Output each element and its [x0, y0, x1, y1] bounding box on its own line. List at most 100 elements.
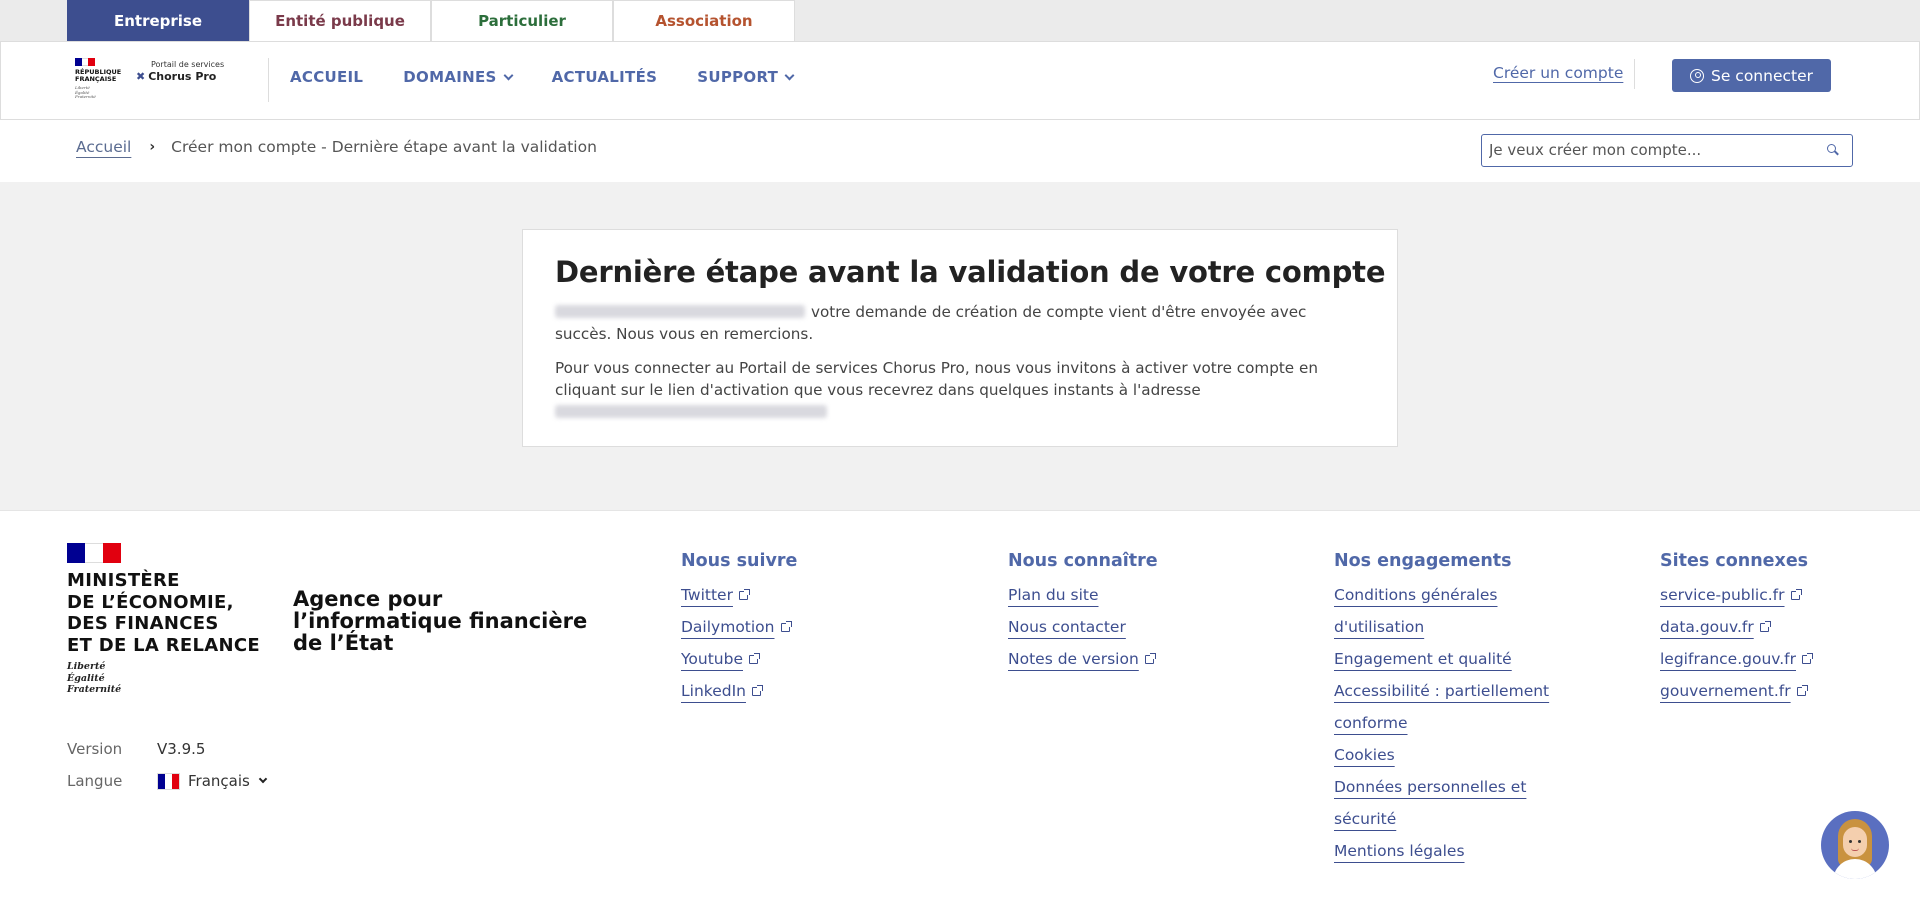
footer-link-label: Cookies	[1334, 746, 1395, 764]
footer-link[interactable]: Données personnelles et sécurité	[1334, 771, 1564, 835]
tab-particulier[interactable]: Particulier	[431, 0, 613, 41]
search-input[interactable]	[1482, 135, 1822, 165]
activation-text: Pour vous connecter au Portail de servic…	[555, 359, 1318, 399]
nav-accueil[interactable]: ACCUEIL	[290, 68, 363, 86]
footer-link-label: Nous contacter	[1008, 618, 1126, 636]
footer-link[interactable]: Cookies	[1334, 739, 1564, 771]
avatar-face	[1843, 827, 1867, 857]
footer-link-label: Données personnelles et sécurité	[1334, 778, 1527, 828]
footer-column-nos-engagements: Nos engagements Conditions générales d'ut…	[1334, 551, 1564, 867]
ministry-name: MINISTÈRE DE L’ÉCONOMIE, DES FINANCES ET…	[67, 570, 260, 656]
page-title: Dernière étape avant la validation de vo…	[555, 255, 1386, 289]
external-link-icon	[1796, 685, 1808, 696]
tab-entite-publique[interactable]: Entité publique	[249, 0, 431, 41]
footer-link-label: data.gouv.fr	[1660, 618, 1754, 636]
chevron-down-icon	[258, 774, 268, 784]
motto-line: Égalité	[67, 672, 105, 684]
header-divider	[268, 58, 269, 102]
redacted-email	[555, 404, 827, 418]
footer-link[interactable]: Nous contacter	[1008, 611, 1248, 643]
version-label: Version	[67, 740, 123, 758]
nav-support[interactable]: SUPPORT	[697, 68, 795, 86]
language-label: Langue	[67, 772, 123, 790]
site-footer: MINISTÈRE DE L’ÉCONOMIE, DES FINANCES ET…	[0, 510, 1920, 911]
chorus-pro-logo[interactable]: RÉPUBLIQUE FRANÇAISE Liberté Égalité Fra…	[73, 56, 233, 106]
portal-label: Portail de services	[151, 60, 225, 69]
ministry-logo: MINISTÈRE DE L’ÉCONOMIE, DES FINANCES ET…	[67, 543, 260, 696]
chevron-down-icon	[503, 70, 514, 80]
language-value: Français	[188, 772, 250, 790]
brand-name: ✖ Chorus Pro	[136, 70, 216, 83]
search-icon[interactable]	[1827, 144, 1836, 153]
footer-link[interactable]: Notes de version	[1008, 643, 1248, 675]
footer-link[interactable]: legifrance.gouv.fr	[1660, 643, 1900, 675]
footer-link[interactable]: gouvernement.fr	[1660, 675, 1900, 707]
logo-motto: Liberté Égalité Fraternité	[75, 85, 96, 99]
main-content: Dernière étape avant la validation de vo…	[0, 182, 1920, 510]
breadcrumb-home-link[interactable]: Accueil	[76, 138, 131, 156]
footer-column-title: Nous suivre	[681, 551, 798, 571]
external-link-icon	[751, 685, 763, 696]
chat-assistant-button[interactable]	[1821, 811, 1889, 879]
french-flag-icon	[157, 772, 180, 790]
login-button[interactable]: Se connecter	[1672, 59, 1831, 92]
external-link-icon	[1802, 653, 1813, 664]
agency-name: Agence pour l’informatique financière de…	[293, 587, 588, 655]
tab-association[interactable]: Association	[613, 0, 795, 41]
activation-paragraph: Pour vous connecter au Portail de servic…	[555, 357, 1367, 423]
footer-link-label: Engagement et qualité	[1334, 650, 1512, 668]
footer-link[interactable]: Conditions générales d'utilisation	[1334, 579, 1564, 643]
version-value: V3.9.5	[157, 740, 206, 758]
footer-link-label: Dailymotion	[681, 618, 775, 636]
footer-link[interactable]: Dailymotion	[681, 611, 921, 643]
footer-link[interactable]: Youtube	[681, 643, 921, 675]
create-account-link[interactable]: Créer un compte	[1493, 64, 1623, 82]
footer-link[interactable]: Mentions légales	[1334, 835, 1564, 867]
ministry-motto: Liberté Égalité Fraternité	[67, 661, 260, 696]
external-link-icon	[1759, 621, 1771, 632]
motto-line: Liberté	[67, 661, 106, 672]
ministry-name-line: MINISTÈRE	[67, 570, 180, 591]
footer-link-label: LinkedIn	[681, 682, 746, 700]
footer-link[interactable]: LinkedIn	[681, 675, 921, 707]
marianne-flag-icon	[67, 543, 121, 563]
nav-support-label: SUPPORT	[697, 68, 779, 86]
tab-entreprise[interactable]: Entreprise	[67, 0, 249, 47]
audience-tabs: Entreprise Entité publique Particulier A…	[0, 0, 1920, 47]
footer-link[interactable]: Plan du site	[1008, 579, 1248, 611]
chorus-mark-icon: ✖	[136, 70, 146, 83]
main-nav: ACCUEIL DOMAINES ACTUALITÉS SUPPORT	[290, 68, 795, 86]
footer-link-label: Mentions légales	[1334, 842, 1465, 860]
motto-line: Fraternité	[67, 684, 122, 695]
marianne-flag-icon	[75, 58, 96, 66]
language-select[interactable]: Français	[157, 772, 268, 790]
external-link-icon	[738, 589, 750, 600]
footer-link[interactable]: Accessibilité : partiellement conforme	[1334, 675, 1564, 739]
footer-column-sites-connexes: Sites connexes service-public.fr data.gouv…	[1660, 551, 1900, 707]
external-link-icon	[1790, 589, 1802, 600]
footer-link-label: Accessibilité : partiellement conforme	[1334, 682, 1550, 732]
footer-link[interactable]: service-public.fr	[1660, 579, 1900, 611]
version-row: Version V3.9.5	[67, 733, 266, 765]
external-link-icon	[1144, 653, 1156, 664]
breadcrumb-separator-icon: ›	[149, 139, 156, 155]
chevron-down-icon	[784, 70, 795, 80]
footer-column-title: Sites connexes	[1660, 551, 1809, 571]
footer-link[interactable]: data.gouv.fr	[1660, 611, 1900, 643]
breadcrumb: Accueil › Créer mon compte - Dernière ét…	[76, 138, 597, 156]
site-header: RÉPUBLIQUE FRANÇAISE Liberté Égalité Fra…	[0, 41, 1920, 120]
footer-meta: Version V3.9.5 Langue Français	[67, 733, 268, 797]
external-link-icon	[780, 621, 792, 632]
nav-actualites[interactable]: ACTUALITÉS	[552, 68, 658, 86]
avatar-eye	[1858, 840, 1861, 843]
avatar-eye	[1849, 840, 1852, 843]
footer-link-label: service-public.fr	[1660, 586, 1785, 604]
footer-link-label: legifrance.gouv.fr	[1660, 650, 1796, 668]
external-link-icon	[749, 653, 760, 664]
republique-francaise-label: RÉPUBLIQUE FRANÇAISE	[75, 68, 122, 83]
footer-link[interactable]: Engagement et qualité	[1334, 643, 1564, 675]
login-button-label: Se connecter	[1711, 66, 1813, 85]
footer-link[interactable]: Twitter	[681, 579, 921, 611]
nav-domaines[interactable]: DOMAINES	[403, 68, 514, 86]
nav-actualites-label: ACTUALITÉS	[551, 68, 658, 86]
